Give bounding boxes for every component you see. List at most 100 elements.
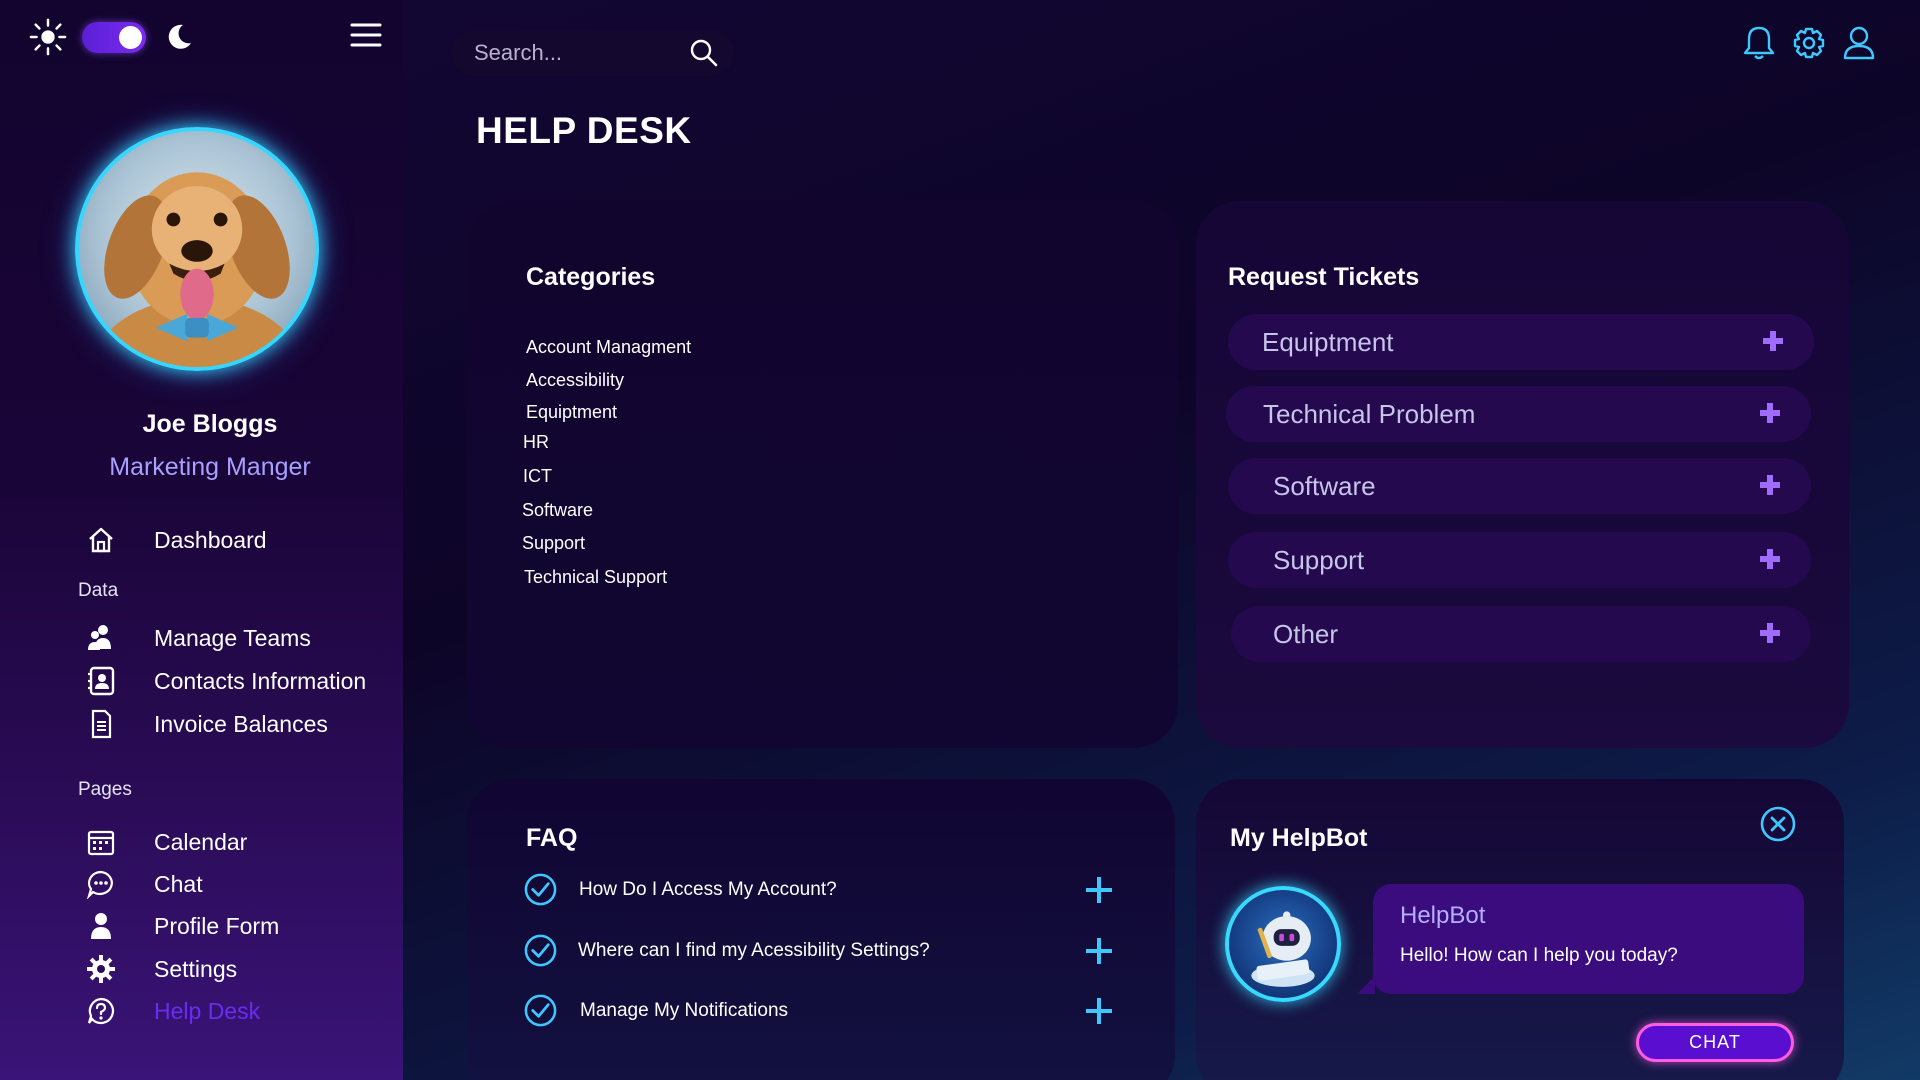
user-profile-icon[interactable] — [1843, 25, 1875, 61]
helpbot-card: My HelpBot HelpBot Hello! How can I help… — [1196, 779, 1844, 1080]
expand-plus-icon[interactable] — [1085, 997, 1113, 1025]
nav-item-invoice-balances[interactable]: Invoice Balances — [0, 704, 403, 744]
nav-label-contacts-information: Contacts Information — [154, 667, 367, 694]
nav-item-chat[interactable]: Chat — [0, 864, 403, 904]
nav-item-dashboard[interactable]: Dashboard — [0, 520, 403, 560]
theme-toggle[interactable] — [29, 18, 191, 56]
nav-label-dashboard: Dashboard — [154, 526, 267, 553]
nav-label-profile-form: Profile Form — [154, 912, 280, 939]
section-label-pages: Pages — [78, 779, 132, 800]
categories-title: Categories — [526, 263, 656, 291]
user-name: Joe Bloggs — [142, 410, 278, 438]
helpbot-name: HelpBot — [1400, 902, 1486, 929]
faq-title: FAQ — [526, 824, 578, 852]
plus-icon — [1760, 623, 1780, 643]
person-icon — [84, 909, 118, 943]
faq-question: How Do I Access My Account? — [579, 879, 837, 900]
nav-item-settings[interactable]: Settings — [0, 949, 403, 989]
ticket-button-equiptment[interactable]: Equiptment — [1228, 314, 1814, 370]
category-item[interactable]: Account Managment — [526, 337, 691, 358]
chat-button[interactable]: CHAT — [1636, 1023, 1794, 1062]
plus-icon — [1760, 475, 1780, 495]
plus-icon — [1763, 331, 1783, 351]
close-icon[interactable] — [1760, 806, 1796, 842]
avatar — [75, 127, 319, 371]
gear-icon — [84, 952, 118, 986]
category-item[interactable]: ICT — [523, 466, 552, 487]
search-icon[interactable] — [689, 38, 719, 68]
help-icon — [84, 994, 118, 1028]
ticket-label: Equiptment — [1262, 327, 1394, 357]
ticket-button-support[interactable]: Support — [1228, 532, 1811, 588]
category-item[interactable]: Software — [522, 500, 593, 521]
check-circle-icon — [524, 873, 557, 906]
ticket-button-software[interactable]: Software — [1228, 458, 1811, 514]
faq-card: FAQ How Do I Access My Account? Where ca… — [467, 779, 1175, 1080]
moon-icon — [168, 24, 191, 49]
faq-question: Where can I find my Acessibility Setting… — [578, 940, 930, 961]
nav-item-profile-form[interactable]: Profile Form — [0, 906, 403, 946]
helpbot-title: My HelpBot — [1230, 824, 1368, 852]
ticket-label: Other — [1273, 619, 1339, 649]
bell-icon[interactable] — [1743, 25, 1775, 61]
calendar-icon — [84, 825, 118, 859]
user-role: Marketing Manger — [109, 453, 311, 481]
home-icon — [84, 523, 118, 557]
section-label-data: Data — [78, 580, 119, 601]
helpbot-avatar — [1225, 886, 1341, 1002]
plus-icon — [1760, 549, 1780, 569]
nav-item-calendar[interactable]: Calendar — [0, 822, 403, 862]
request-tickets-title: Request Tickets — [1228, 263, 1420, 291]
check-circle-icon — [524, 934, 557, 967]
main-content: HELP DESK Categories Account Managment A… — [403, 0, 1920, 1080]
page-title: HELP DESK — [476, 110, 692, 151]
toggle-knob — [119, 26, 142, 49]
ticket-label: Support — [1273, 545, 1365, 575]
ticket-label: Technical Problem — [1263, 399, 1476, 429]
search-input[interactable] — [474, 38, 684, 68]
dark-mode-switch[interactable] — [82, 22, 146, 53]
chat-icon — [84, 867, 118, 901]
helpbot-message: Hello! How can I help you today? — [1400, 945, 1678, 966]
header-actions — [1743, 25, 1875, 61]
plus-icon — [1760, 403, 1780, 423]
help-desk-app: Joe Bloggs Marketing Manger Dashboard Da… — [0, 0, 1920, 1080]
category-item[interactable]: Equiptment — [526, 402, 617, 423]
faq-item[interactable]: How Do I Access My Account? — [523, 870, 1113, 910]
category-item[interactable]: Technical Support — [524, 567, 667, 588]
category-item[interactable]: Support — [522, 533, 585, 554]
dog-portrait-image — [89, 172, 305, 367]
sidebar: Joe Bloggs Marketing Manger Dashboard Da… — [0, 0, 403, 1080]
nav-label-invoice-balances: Invoice Balances — [154, 710, 328, 737]
helpbot-message-bubble: HelpBot Hello! How can I help you today? — [1357, 884, 1804, 994]
search-bar — [451, 30, 734, 76]
faq-item[interactable]: Where can I find my Acessibility Setting… — [523, 931, 1113, 971]
nav-item-manage-teams[interactable]: Manage Teams — [0, 618, 403, 658]
contacts-icon — [84, 664, 118, 698]
request-tickets-card: Request Tickets Equiptment Technical Pro… — [1196, 201, 1849, 748]
nav-label-calendar: Calendar — [154, 828, 248, 855]
category-item[interactable]: Accessibility — [526, 370, 624, 391]
sun-icon — [29, 18, 67, 56]
ticket-button-other[interactable]: Other — [1231, 606, 1811, 662]
ticket-button-technical-problem[interactable]: Technical Problem — [1226, 386, 1811, 442]
faq-item[interactable]: Manage My Notifications — [523, 991, 1113, 1031]
nav-item-contacts-information[interactable]: Contacts Information — [0, 661, 403, 701]
hamburger-menu-icon[interactable] — [350, 22, 382, 48]
expand-plus-icon[interactable] — [1085, 876, 1113, 904]
robot-illustration — [1251, 911, 1315, 987]
expand-plus-icon[interactable] — [1085, 937, 1113, 965]
nav-label-manage-teams: Manage Teams — [154, 624, 311, 651]
nav-label-settings: Settings — [154, 955, 238, 982]
ticket-label: Software — [1273, 471, 1376, 501]
check-circle-icon — [524, 994, 557, 1027]
invoice-icon — [84, 707, 118, 741]
nav-label-help-desk: Help Desk — [154, 997, 261, 1024]
team-icon — [84, 621, 118, 655]
gear-icon[interactable] — [1793, 25, 1825, 61]
nav-label-chat: Chat — [154, 870, 203, 897]
category-item[interactable]: HR — [523, 432, 549, 453]
faq-question: Manage My Notifications — [580, 1000, 789, 1021]
categories-card: Categories Account Managment Accessibili… — [467, 201, 1178, 748]
nav-item-help-desk[interactable]: Help Desk — [0, 991, 403, 1031]
